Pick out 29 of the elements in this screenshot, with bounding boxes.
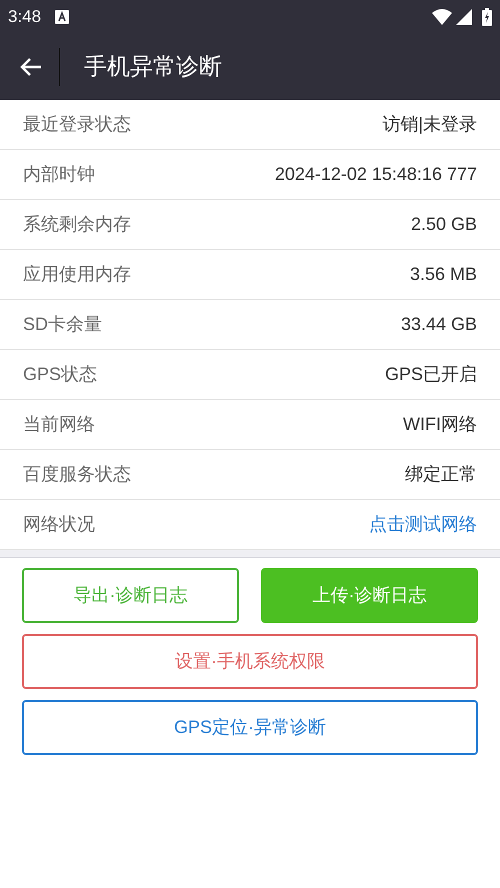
upload-button[interactable]: 上传·诊断日志 <box>261 568 478 623</box>
row-value: GPS已开启 <box>384 363 477 386</box>
wifi-icon <box>432 8 452 24</box>
row-label: SD卡余量 <box>23 313 102 336</box>
test-network-link[interactable]: 点击测试网络 <box>369 511 477 538</box>
notification-icon <box>55 10 70 24</box>
row-label: 应用使用内存 <box>23 263 131 286</box>
page-title: 手机异常诊断 <box>84 52 222 82</box>
row-value: 2.50 GB <box>410 213 477 236</box>
row-value: WIFI网络 <box>403 413 477 436</box>
row-label: 网络状况 <box>23 513 95 536</box>
row-value: 33.44 GB <box>400 313 477 336</box>
row-label: 最近登录状态 <box>23 113 131 136</box>
row-value: 3.56 MB <box>410 263 477 286</box>
row-value: 访销|未登录 <box>382 113 477 136</box>
row-value: 2024-12-02 15:48:16 777 <box>274 163 477 186</box>
action-button[interactable]: 设置·手机系统权限 <box>22 634 478 689</box>
row-label: GPS状态 <box>23 363 98 386</box>
row-value: 绑定正常 <box>405 463 477 486</box>
row-label: 百度服务状态 <box>23 463 131 486</box>
action-button[interactable]: 导出·诊断日志 <box>22 568 239 623</box>
row-label: 当前网络 <box>23 413 95 436</box>
battery-icon <box>482 8 492 26</box>
back-arrow-icon[interactable] <box>20 56 42 76</box>
status-time: 3:48 <box>8 6 42 28</box>
action-button[interactable]: GPS定位·异常诊断 <box>22 700 478 755</box>
signal-icon <box>456 8 472 24</box>
row-label: 内部时钟 <box>23 163 95 186</box>
row-label: 系统剩余内存 <box>23 213 131 236</box>
